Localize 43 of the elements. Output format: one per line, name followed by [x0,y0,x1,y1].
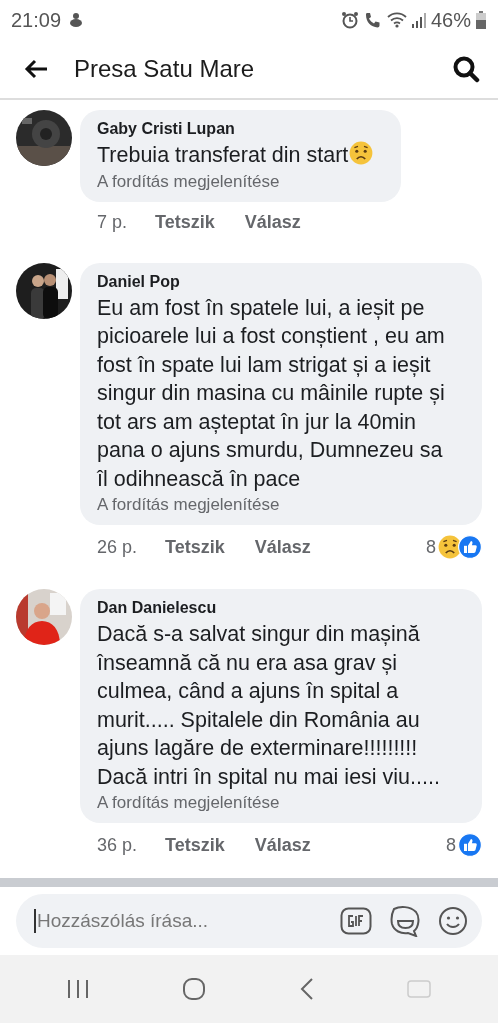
reply-link[interactable]: Válasz [244,211,301,233]
author-name[interactable]: Gaby Cristi Lupan [97,120,235,138]
wifi-icon [386,12,407,28]
comment-text: Trebuia transferat din start [97,141,374,170]
notification-icon [69,12,84,28]
gif-icon[interactable] [340,907,372,935]
comment-field[interactable]: Hozzászólás írása... [34,909,322,933]
like-icon [458,535,482,559]
comment-box[interactable]: Hozzászólás írása... [16,894,482,948]
like-link[interactable]: Tetszik [155,211,215,233]
comment-time: 7 p. [97,211,128,233]
back-icon[interactable] [299,977,314,1001]
sad-face-icon [349,141,374,165]
like-link[interactable]: Tetszik [165,536,225,558]
see-translation-link[interactable]: A fordítás megjelenítése [97,793,280,813]
battery-percent: 46% [430,8,471,32]
reply-link[interactable]: Válasz [254,834,311,856]
author-name[interactable]: Daniel Pop [97,272,180,291]
sticker-icon[interactable] [390,905,420,937]
sad-face-icon [438,535,462,559]
signal-icon [411,12,426,28]
reaction-count: 8 [426,536,436,558]
comment-text: Eu am fost în spatele lui, a ieșit pe picioarele lui a fost conștient , eu am fost în spate lui lam strigat și a ieșit singur din masina cu mâinile rupte și tot ars am așteptat în jur la 40min pana o ajuns smurdu, Dumnezeu sa îl odihnească în pace [97,294,446,493]
reaction-count: 8 [446,834,456,856]
call-icon [363,11,382,29]
author-name[interactable]: Dan Danielescu [97,599,217,617]
emoji-icon[interactable] [438,906,468,936]
see-translation-link[interactable]: A fordítás megjelenítése [97,495,280,515]
search-icon[interactable] [452,55,480,83]
comment-text: Dacă s-a salvat singur din mașină înseamnă că nu era asa grav și culmea, când a ajuns în spital a murit..... Spitalele din România au ajuns lagăre de exterminare!!!!!!!!! Dacă intri în spital nu mai iesi viu..... [97,621,441,791]
reply-link[interactable]: Válasz [254,536,311,558]
comment-time: 26 p. [97,536,138,558]
like-link[interactable]: Tetszik [165,834,225,856]
comment-time: 36 p. [97,834,138,856]
page-title: Presa Satu Mare [74,55,256,83]
like-icon [458,833,482,857]
battery-icon [476,11,486,29]
home-icon[interactable] [182,977,207,1001]
clock-time: 21:09 [11,8,62,32]
alarm-icon [340,11,359,29]
see-translation-link[interactable]: A fordítás megjelenítése [97,171,280,192]
back-arrow-icon[interactable] [24,59,48,79]
recent-apps-icon[interactable] [66,979,89,999]
